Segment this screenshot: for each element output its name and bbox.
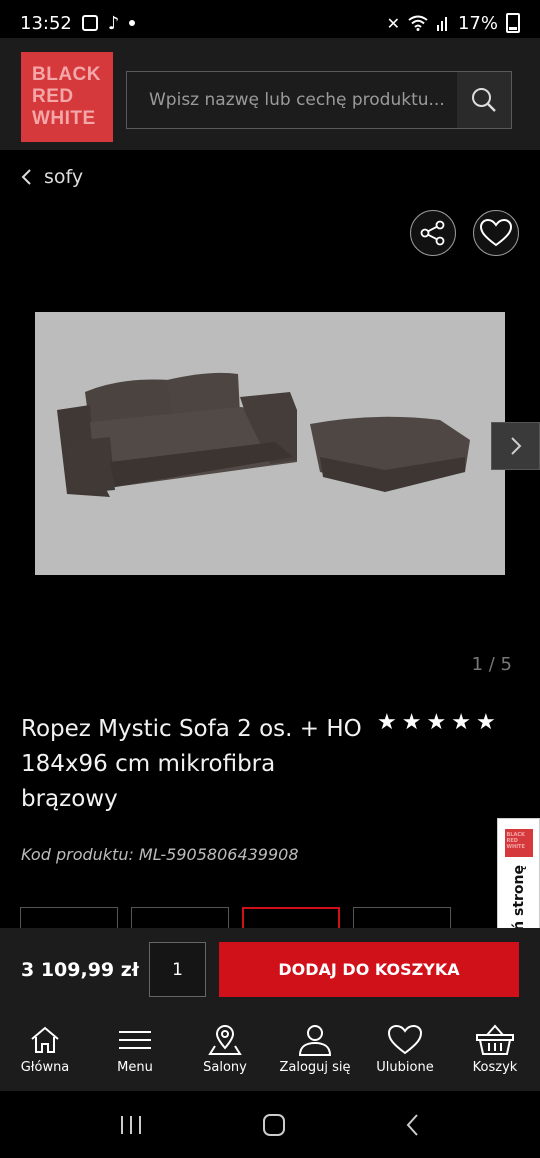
nav-label-stores: Salony bbox=[203, 1060, 247, 1075]
user-icon bbox=[298, 1025, 332, 1056]
rate-logo-line-3: WHITE bbox=[506, 844, 525, 850]
share-icon bbox=[420, 220, 445, 246]
more-notifications-icon bbox=[129, 20, 136, 26]
site-header: BLACK RED WHITE bbox=[0, 38, 540, 150]
nav-label-home: Główna bbox=[20, 1060, 70, 1075]
heart-icon bbox=[479, 218, 513, 247]
add-to-favorites-button[interactable] bbox=[473, 210, 519, 256]
product-code: Kod produktu: ML-5905806439908 bbox=[21, 845, 299, 864]
back-icon[interactable] bbox=[405, 1113, 421, 1137]
gallery-next-button[interactable] bbox=[491, 422, 540, 470]
sofa-illustration bbox=[57, 372, 470, 497]
search-input[interactable] bbox=[127, 72, 457, 128]
bottom-navigation: Główna Menu Salony Zaloguj się Ulubione … bbox=[0, 1011, 540, 1091]
nav-item-favorites[interactable]: Ulubione bbox=[360, 1011, 450, 1091]
gallery-pager: 1 / 5 bbox=[471, 654, 512, 675]
battery-icon bbox=[506, 13, 520, 33]
logo-line-1: BLACK bbox=[32, 64, 101, 85]
nav-item-menu[interactable]: Menu bbox=[90, 1011, 180, 1091]
basket-icon bbox=[476, 1024, 514, 1055]
nav-label-cart: Koszyk bbox=[472, 1060, 518, 1075]
nav-item-cart[interactable]: Koszyk bbox=[450, 1011, 540, 1091]
star-icon: ★ bbox=[377, 710, 397, 735]
app-notification-icon: ♪ bbox=[107, 12, 120, 34]
add-to-cart-bar: 3 109,99 zł DODAJ DO KOSZYKA bbox=[0, 928, 540, 1011]
system-navigation-bar bbox=[0, 1091, 540, 1158]
signal-icon bbox=[436, 17, 447, 31]
nav-item-home[interactable]: Główna bbox=[0, 1011, 90, 1091]
logo-line-3: WHITE bbox=[32, 108, 96, 129]
home-icon bbox=[31, 1026, 59, 1053]
star-icon: ★ bbox=[426, 710, 447, 735]
search-box bbox=[126, 71, 512, 129]
nav-label-login: Zaloguj się bbox=[279, 1060, 351, 1075]
brand-logo[interactable]: BLACK RED WHITE bbox=[21, 52, 113, 142]
mute-icon: ✕ bbox=[386, 13, 400, 33]
chevron-right-icon bbox=[510, 437, 521, 455]
rate-tab-logo: BLACK RED WHITE bbox=[504, 829, 533, 857]
location-icon bbox=[208, 1025, 242, 1055]
breadcrumb[interactable]: sofy bbox=[20, 166, 83, 188]
add-to-cart-button[interactable]: DODAJ DO KOSZYKA bbox=[219, 942, 519, 997]
star-icon: ★ bbox=[401, 710, 422, 735]
menu-icon bbox=[119, 1031, 151, 1049]
quantity-input[interactable] bbox=[149, 942, 206, 997]
recent-apps-icon[interactable] bbox=[119, 1114, 143, 1136]
battery-percent: 17% bbox=[457, 12, 498, 34]
product-title: Ropez Mystic Sofa 2 os. + HO 184x96 cm m… bbox=[21, 716, 362, 812]
product-price: 3 109,99 zł bbox=[21, 959, 139, 981]
nav-label-menu: Menu bbox=[117, 1060, 153, 1075]
share-button[interactable] bbox=[410, 210, 456, 256]
rating-stars[interactable]: ★ ★ ★ ★ ★ bbox=[377, 712, 496, 734]
nav-label-favorites: Ulubione bbox=[376, 1060, 434, 1075]
wifi-icon bbox=[408, 15, 428, 31]
breadcrumb-label: sofy bbox=[44, 166, 84, 188]
gallery-notification-icon bbox=[81, 15, 98, 31]
search-button[interactable] bbox=[457, 72, 511, 128]
home-button-icon[interactable] bbox=[262, 1113, 286, 1137]
star-icon: ★ bbox=[475, 710, 496, 735]
logo-line-2: RED bbox=[32, 86, 74, 107]
heart-icon bbox=[387, 1024, 423, 1055]
star-icon: ★ bbox=[451, 710, 471, 735]
chevron-left-icon bbox=[21, 169, 31, 185]
product-image[interactable] bbox=[35, 312, 505, 575]
nav-item-stores[interactable]: Salony bbox=[180, 1011, 270, 1091]
nav-item-login[interactable]: Zaloguj się bbox=[270, 1011, 360, 1091]
search-icon bbox=[472, 88, 496, 112]
status-time: 13:52 bbox=[20, 12, 72, 34]
